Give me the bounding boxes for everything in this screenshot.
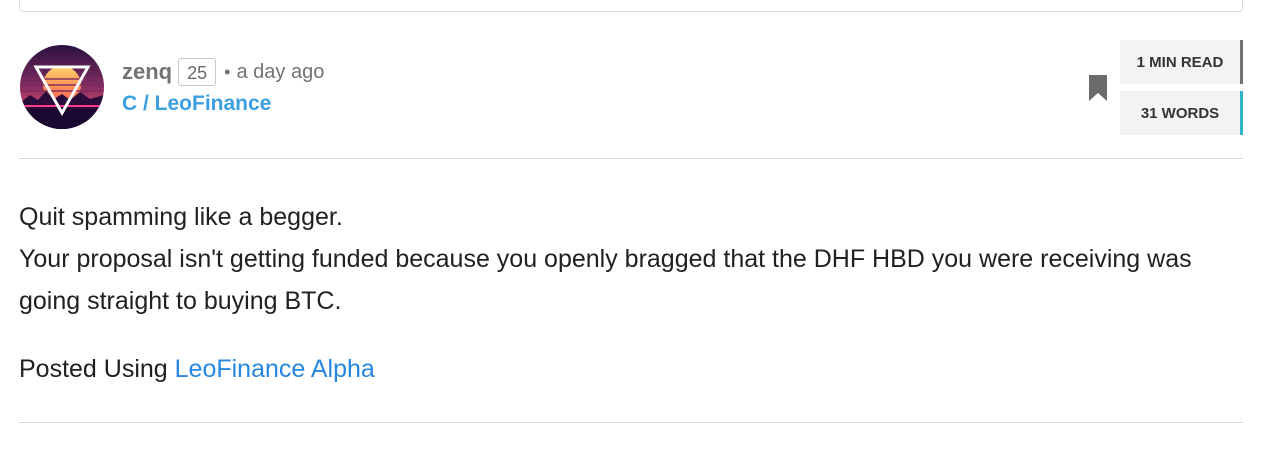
post-header: zenq 25 • a day ago C / LeoFinance 1 MIN… [19,40,1243,158]
avatar[interactable] [20,45,104,129]
post-text-paragraph: Your proposal isn't getting funded becau… [19,245,1192,315]
posted-using-label: Posted Using [19,355,175,383]
posted-using: Posted Using LeoFinance Alpha [19,349,375,389]
bookmark-icon[interactable] [1089,75,1107,101]
previous-card-edge [19,0,1243,12]
author-line: zenq 25 • a day ago [122,57,324,87]
post-body: Quit spamming like a begger. Your propos… [19,196,1243,322]
header-divider [19,158,1243,159]
post-text-line: Quit spamming like a begger. [19,203,343,231]
post-timestamp[interactable]: a day ago [236,61,324,84]
word-count-badge: 31 WORDS [1120,91,1243,135]
leofinance-alpha-link[interactable]: LeoFinance Alpha [175,355,375,383]
read-time-badge: 1 MIN READ [1120,40,1243,84]
community-link[interactable]: C / LeoFinance [122,92,271,116]
footer-divider [19,422,1243,423]
reputation-badge: 25 [178,58,217,86]
meta-separator: • [224,61,231,82]
author-name[interactable]: zenq [122,59,172,85]
